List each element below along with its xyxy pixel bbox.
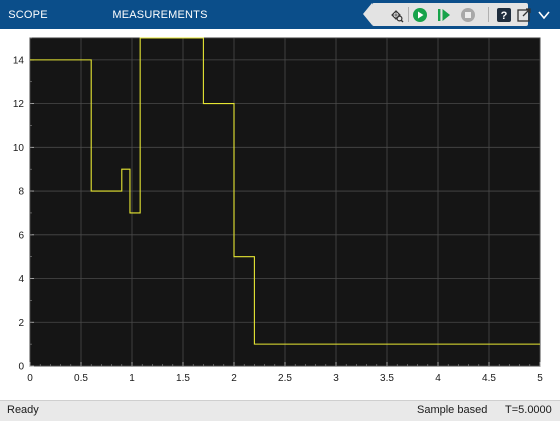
x-tick-label: 2.5 xyxy=(278,373,292,384)
run-icon xyxy=(413,7,427,22)
sample-mode-indicator: Sample based xyxy=(417,404,488,416)
y-tick-label: 14 xyxy=(13,55,25,66)
x-tick-label: 4.5 xyxy=(482,373,496,384)
run-button[interactable] xyxy=(410,5,430,24)
quick-access-toolbar: ? xyxy=(363,3,531,26)
x-tick-label: 3 xyxy=(333,373,339,384)
highlight-block-button[interactable] xyxy=(386,5,406,24)
y-tick-label: 6 xyxy=(18,230,24,241)
highlight-block-icon xyxy=(391,9,404,22)
toolbar-separator xyxy=(408,7,409,22)
x-tick-label: 1 xyxy=(129,373,135,384)
y-tick-label: 12 xyxy=(13,99,25,110)
x-tick-label: 1.5 xyxy=(176,373,190,384)
scope-plot-area: 0 0.5 1 1.5 2 2.5 3 3.5 4 4.5 5 0 2 4 6 8 10 12 14 xyxy=(0,29,560,400)
y-tick-label: 0 xyxy=(18,362,24,373)
svg-text:?: ? xyxy=(501,10,508,22)
y-tick-label: 4 xyxy=(18,274,24,285)
step-forward-button[interactable] xyxy=(434,5,454,24)
toolstrip: SCOPE MEASUREMENTS ? xyxy=(0,0,560,29)
tab-measurements[interactable]: MEASUREMENTS xyxy=(108,0,212,29)
x-tick-label: 2 xyxy=(231,373,237,384)
undock-button[interactable] xyxy=(514,5,534,24)
x-tick-label: 0 xyxy=(27,373,33,384)
simulation-time-indicator: T=5.0000 xyxy=(505,404,552,416)
status-text: Ready xyxy=(7,404,39,416)
y-tick-label: 10 xyxy=(13,143,25,154)
x-tick-label: 0.5 xyxy=(74,373,88,384)
stop-button[interactable] xyxy=(458,5,478,24)
x-tick-labels: 0 0.5 1 1.5 2 2.5 3 3.5 4 4.5 5 xyxy=(27,373,543,384)
y-tick-label: 8 xyxy=(18,187,24,198)
toolstrip-collapse-icon[interactable] xyxy=(536,8,552,22)
toolbar-separator xyxy=(488,7,489,22)
status-bar: Ready Sample based T=5.0000 xyxy=(0,400,560,421)
help-button[interactable]: ? xyxy=(494,5,514,24)
scope-axes[interactable]: 0 0.5 1 1.5 2 2.5 3 3.5 4 4.5 5 0 2 4 6 8 10 12 14 xyxy=(0,29,560,400)
x-tick-label: 5 xyxy=(537,373,543,384)
tab-scope[interactable]: SCOPE xyxy=(6,0,50,29)
x-tick-label: 3.5 xyxy=(380,373,394,384)
step-forward-icon xyxy=(438,8,450,21)
x-tick-label: 4 xyxy=(435,373,441,384)
undock-icon xyxy=(517,7,531,22)
stop-icon xyxy=(461,7,475,22)
y-tick-labels: 0 2 4 6 8 10 12 14 xyxy=(13,55,25,372)
help-icon: ? xyxy=(497,7,511,22)
y-tick-label: 2 xyxy=(18,318,24,329)
